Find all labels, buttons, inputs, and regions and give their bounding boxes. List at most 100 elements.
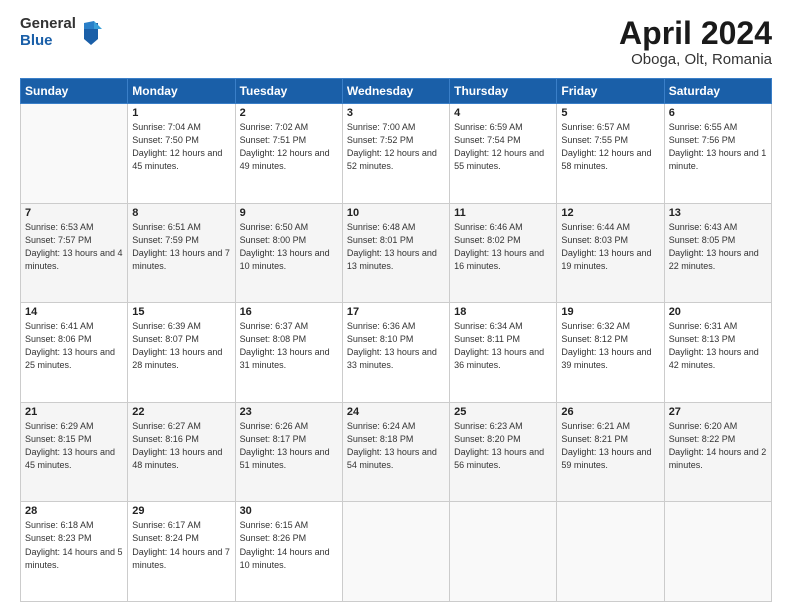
day-detail: Sunrise: 6:41 AMSunset: 8:06 PMDaylight:…	[25, 320, 123, 372]
day-number: 8	[132, 207, 230, 219]
day-detail: Sunrise: 6:44 AMSunset: 8:03 PMDaylight:…	[561, 221, 659, 273]
day-detail: Sunrise: 6:32 AMSunset: 8:12 PMDaylight:…	[561, 320, 659, 372]
day-number: 13	[669, 207, 767, 219]
day-detail: Sunrise: 6:39 AMSunset: 8:07 PMDaylight:…	[132, 320, 230, 372]
calendar-cell: 21 Sunrise: 6:29 AMSunset: 8:15 PMDayligh…	[21, 402, 128, 502]
calendar-cell: 22 Sunrise: 6:27 AMSunset: 8:16 PMDayligh…	[128, 402, 235, 502]
day-detail: Sunrise: 6:17 AMSunset: 8:24 PMDaylight:…	[132, 519, 230, 571]
calendar-cell: 2 Sunrise: 7:02 AMSunset: 7:51 PMDaylight…	[235, 104, 342, 204]
day-detail: Sunrise: 6:50 AMSunset: 8:00 PMDaylight:…	[240, 221, 338, 273]
calendar-table: SundayMondayTuesdayWednesdayThursdayFrid…	[20, 78, 772, 602]
calendar-cell	[664, 502, 771, 602]
calendar-cell: 30 Sunrise: 6:15 AMSunset: 8:26 PMDayligh…	[235, 502, 342, 602]
week-row-2: 7Sunrise: 6:53 AMSunset: 7:57 PMDaylight…	[21, 203, 772, 303]
weekday-header-row: SundayMondayTuesdayWednesdayThursdayFrid…	[21, 79, 772, 104]
week-row-4: 21 Sunrise: 6:29 AMSunset: 8:15 PMDayligh…	[21, 402, 772, 502]
calendar-cell: 29Sunrise: 6:17 AMSunset: 8:24 PMDayligh…	[128, 502, 235, 602]
calendar-cell: 6Sunrise: 6:55 AMSunset: 7:56 PMDaylight…	[664, 104, 771, 204]
day-number: 14	[25, 306, 123, 318]
day-number: 17	[347, 306, 445, 318]
calendar-cell: 3 Sunrise: 7:00 AMSunset: 7:52 PMDaylight…	[342, 104, 449, 204]
calendar-cell: 1 Sunrise: 7:04 AMSunset: 7:50 PMDaylight…	[128, 104, 235, 204]
calendar-cell: 24 Sunrise: 6:24 AMSunset: 8:18 PMDayligh…	[342, 402, 449, 502]
day-number: 5	[561, 107, 659, 119]
calendar-cell: 28 Sunrise: 6:18 AMSunset: 8:23 PMDayligh…	[21, 502, 128, 602]
weekday-thursday: Thursday	[450, 79, 557, 104]
day-detail: Sunrise: 6:36 AMSunset: 8:10 PMDaylight:…	[347, 320, 445, 372]
calendar-cell: 14 Sunrise: 6:41 AMSunset: 8:06 PMDayligh…	[21, 303, 128, 403]
calendar-cell: 26 Sunrise: 6:21 AMSunset: 8:21 PMDayligh…	[557, 402, 664, 502]
week-row-1: 1 Sunrise: 7:04 AMSunset: 7:50 PMDaylight…	[21, 104, 772, 204]
day-number: 19	[561, 306, 659, 318]
weekday-sunday: Sunday	[21, 79, 128, 104]
calendar-cell: 10Sunrise: 6:48 AMSunset: 8:01 PMDayligh…	[342, 203, 449, 303]
day-detail: Sunrise: 6:23 AMSunset: 8:20 PMDaylight:…	[454, 420, 552, 472]
day-detail: Sunrise: 6:51 AMSunset: 7:59 PMDaylight:…	[132, 221, 230, 273]
day-number: 28	[25, 505, 123, 517]
calendar-cell	[21, 104, 128, 204]
day-number: 9	[240, 207, 338, 219]
logo-general-text: General	[20, 16, 76, 33]
day-number: 4	[454, 107, 552, 119]
header: General Blue April 2024 Oboga, Olt, Roma…	[20, 16, 772, 68]
day-number: 11	[454, 207, 552, 219]
calendar-cell: 27Sunrise: 6:20 AMSunset: 8:22 PMDayligh…	[664, 402, 771, 502]
day-detail: Sunrise: 6:26 AMSunset: 8:17 PMDaylight:…	[240, 420, 338, 472]
day-detail: Sunrise: 6:43 AMSunset: 8:05 PMDaylight:…	[669, 221, 767, 273]
day-number: 24	[347, 406, 445, 418]
calendar-cell: 18Sunrise: 6:34 AMSunset: 8:11 PMDayligh…	[450, 303, 557, 403]
day-number: 20	[669, 306, 767, 318]
day-detail: Sunrise: 7:02 AMSunset: 7:51 PMDaylight:…	[240, 121, 338, 173]
day-number: 21	[25, 406, 123, 418]
calendar-cell: 12 Sunrise: 6:44 AMSunset: 8:03 PMDayligh…	[557, 203, 664, 303]
calendar-cell: 5Sunrise: 6:57 AMSunset: 7:55 PMDaylight…	[557, 104, 664, 204]
day-detail: Sunrise: 7:00 AMSunset: 7:52 PMDaylight:…	[347, 121, 445, 173]
day-detail: Sunrise: 6:37 AMSunset: 8:08 PMDaylight:…	[240, 320, 338, 372]
logo-icon	[80, 19, 102, 47]
day-detail: Sunrise: 6:18 AMSunset: 8:23 PMDaylight:…	[25, 519, 123, 571]
calendar-cell: 20Sunrise: 6:31 AMSunset: 8:13 PMDayligh…	[664, 303, 771, 403]
day-number: 3	[347, 107, 445, 119]
calendar-cell: 13 Sunrise: 6:43 AMSunset: 8:05 PMDayligh…	[664, 203, 771, 303]
day-detail: Sunrise: 6:15 AMSunset: 8:26 PMDaylight:…	[240, 519, 338, 571]
calendar-cell: 15 Sunrise: 6:39 AMSunset: 8:07 PMDayligh…	[128, 303, 235, 403]
calendar-cell: 19 Sunrise: 6:32 AMSunset: 8:12 PMDayligh…	[557, 303, 664, 403]
day-number: 1	[132, 107, 230, 119]
day-number: 25	[454, 406, 552, 418]
weekday-monday: Monday	[128, 79, 235, 104]
weekday-wednesday: Wednesday	[342, 79, 449, 104]
weekday-tuesday: Tuesday	[235, 79, 342, 104]
calendar-cell: 16 Sunrise: 6:37 AMSunset: 8:08 PMDayligh…	[235, 303, 342, 403]
day-detail: Sunrise: 6:21 AMSunset: 8:21 PMDaylight:…	[561, 420, 659, 472]
day-number: 30	[240, 505, 338, 517]
day-detail: Sunrise: 6:59 AMSunset: 7:54 PMDaylight:…	[454, 121, 552, 173]
weekday-saturday: Saturday	[664, 79, 771, 104]
day-number: 22	[132, 406, 230, 418]
day-detail: Sunrise: 7:04 AMSunset: 7:50 PMDaylight:…	[132, 121, 230, 173]
title-block: April 2024 Oboga, Olt, Romania	[619, 16, 772, 68]
calendar-cell: 7Sunrise: 6:53 AMSunset: 7:57 PMDaylight…	[21, 203, 128, 303]
day-number: 12	[561, 207, 659, 219]
day-detail: Sunrise: 6:27 AMSunset: 8:16 PMDaylight:…	[132, 420, 230, 472]
weekday-friday: Friday	[557, 79, 664, 104]
calendar-cell	[557, 502, 664, 602]
day-detail: Sunrise: 6:48 AMSunset: 8:01 PMDaylight:…	[347, 221, 445, 273]
day-detail: Sunrise: 6:29 AMSunset: 8:15 PMDaylight:…	[25, 420, 123, 472]
day-number: 26	[561, 406, 659, 418]
day-number: 7	[25, 207, 123, 219]
calendar-cell: 25 Sunrise: 6:23 AMSunset: 8:20 PMDayligh…	[450, 402, 557, 502]
day-number: 27	[669, 406, 767, 418]
calendar-cell: 4 Sunrise: 6:59 AMSunset: 7:54 PMDaylight…	[450, 104, 557, 204]
day-number: 16	[240, 306, 338, 318]
day-detail: Sunrise: 6:24 AMSunset: 8:18 PMDaylight:…	[347, 420, 445, 472]
calendar-cell: 11 Sunrise: 6:46 AMSunset: 8:02 PMDayligh…	[450, 203, 557, 303]
day-number: 15	[132, 306, 230, 318]
page: General Blue April 2024 Oboga, Olt, Roma…	[0, 0, 792, 612]
week-row-5: 28 Sunrise: 6:18 AMSunset: 8:23 PMDayligh…	[21, 502, 772, 602]
calendar-cell: 9 Sunrise: 6:50 AMSunset: 8:00 PMDaylight…	[235, 203, 342, 303]
day-number: 23	[240, 406, 338, 418]
day-detail: Sunrise: 6:46 AMSunset: 8:02 PMDaylight:…	[454, 221, 552, 273]
day-number: 2	[240, 107, 338, 119]
day-detail: Sunrise: 6:34 AMSunset: 8:11 PMDaylight:…	[454, 320, 552, 372]
week-row-3: 14 Sunrise: 6:41 AMSunset: 8:06 PMDayligh…	[21, 303, 772, 403]
